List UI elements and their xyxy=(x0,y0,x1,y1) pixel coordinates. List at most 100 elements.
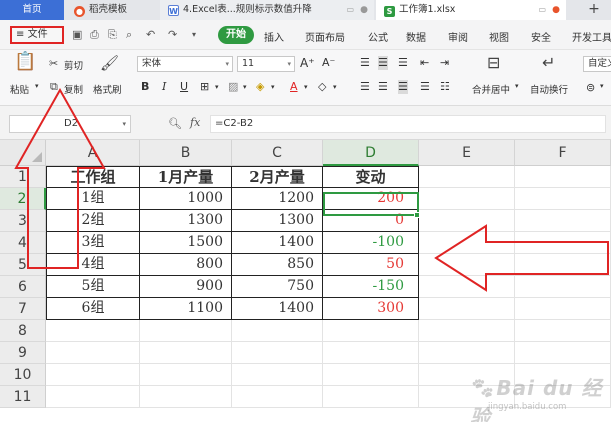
cell-b6[interactable]: 900 xyxy=(140,276,232,298)
tab-monitor-icon[interactable]: ▭ xyxy=(538,0,546,20)
cell-b2[interactable]: 1000 xyxy=(140,188,232,210)
align-center-icon[interactable]: ☰ xyxy=(378,80,388,94)
cell-c2[interactable]: 1200 xyxy=(232,188,323,210)
fill-color-dropdown-icon[interactable]: ▾ xyxy=(271,80,275,94)
font-size-select[interactable]: 11 ▾ xyxy=(237,56,295,72)
row-header-3[interactable]: 3 xyxy=(0,210,46,232)
scissors-icon[interactable]: ✂ xyxy=(49,57,58,71)
menu-formulas[interactable]: 公式 xyxy=(368,29,388,44)
cell-a7[interactable]: 6组 xyxy=(46,298,140,320)
cell-f8[interactable] xyxy=(515,320,611,342)
select-all-corner[interactable] xyxy=(0,140,46,166)
currency-dropdown-icon[interactable]: ▾ xyxy=(600,82,604,90)
cell-d4[interactable]: -100 xyxy=(323,232,419,254)
pattern-dropdown-icon[interactable]: ▾ xyxy=(243,80,247,94)
cell-c6[interactable]: 750 xyxy=(232,276,323,298)
column-header-f[interactable]: F xyxy=(515,140,611,166)
cell-d3[interactable]: 0 xyxy=(323,210,419,232)
clear-format-icon[interactable]: ◇ xyxy=(318,80,326,94)
copy-icon[interactable]: ⧉ xyxy=(50,80,58,94)
cell-c3[interactable]: 1300 xyxy=(232,210,323,232)
column-header-c[interactable]: C xyxy=(232,140,323,166)
cell-a2[interactable]: 1组 xyxy=(46,188,140,210)
cell-a5[interactable]: 4组 xyxy=(46,254,140,276)
fill-pattern-icon[interactable]: ▨ xyxy=(228,80,238,94)
cell-b1[interactable]: 1月产量 xyxy=(140,166,232,188)
wrap-text-label[interactable]: 自动换行 xyxy=(530,82,568,96)
row-header-5[interactable]: 5 xyxy=(0,254,46,276)
quick-access-dropdown-icon[interactable]: ▾ xyxy=(192,30,196,39)
cell-c9[interactable] xyxy=(232,342,323,364)
cell-d5[interactable]: 50 xyxy=(323,254,419,276)
zoom-icon[interactable]: 🔍︎ xyxy=(168,117,182,130)
row-header-8[interactable]: 8 xyxy=(0,320,46,342)
cell-a8[interactable] xyxy=(46,320,140,342)
increase-font-icon[interactable]: A⁺ xyxy=(300,56,315,70)
cell-a9[interactable] xyxy=(46,342,140,364)
cell-e5[interactable] xyxy=(419,254,515,276)
save-icon[interactable]: ▣ xyxy=(72,28,82,41)
wrap-text-icon[interactable]: ↵ xyxy=(542,55,555,71)
number-format-select[interactable]: 自定义 xyxy=(583,56,611,72)
fx-icon[interactable]: fx xyxy=(190,116,200,129)
merge-dropdown-icon[interactable]: ▾ xyxy=(515,82,519,90)
paste-icon[interactable]: 📋 xyxy=(14,53,36,71)
cell-a4[interactable]: 3组 xyxy=(46,232,140,254)
menu-insert[interactable]: 插入 xyxy=(264,29,284,44)
cell-b10[interactable] xyxy=(140,364,232,386)
menu-view[interactable]: 视图 xyxy=(489,29,509,44)
cell-b7[interactable]: 1100 xyxy=(140,298,232,320)
fill-color-icon[interactable]: ◈ xyxy=(256,80,264,94)
tab-home[interactable]: 首页 xyxy=(0,0,64,20)
cell-f7[interactable] xyxy=(515,298,611,320)
cell-f2[interactable] xyxy=(515,188,611,210)
align-left-icon[interactable]: ☰ xyxy=(360,80,370,94)
cell-b4[interactable]: 1500 xyxy=(140,232,232,254)
underline-icon[interactable]: U xyxy=(180,80,188,94)
cell-c11[interactable] xyxy=(232,386,323,408)
cell-f9[interactable] xyxy=(515,342,611,364)
row-header-11[interactable]: 11 xyxy=(0,386,46,408)
clear-dropdown-icon[interactable]: ▾ xyxy=(333,80,337,94)
cell-e8[interactable] xyxy=(419,320,515,342)
fill-handle[interactable] xyxy=(414,212,420,218)
cell-b5[interactable]: 800 xyxy=(140,254,232,276)
borders-icon[interactable]: ⊞ xyxy=(200,80,209,94)
cell-e3[interactable] xyxy=(419,210,515,232)
italic-icon[interactable]: I xyxy=(162,80,166,94)
row-header-10[interactable]: 10 xyxy=(0,364,46,386)
cell-a6[interactable]: 5组 xyxy=(46,276,140,298)
cell-a1[interactable]: 工作组 xyxy=(46,166,140,188)
menu-review[interactable]: 审阅 xyxy=(448,29,468,44)
format-painter-icon[interactable]: 🖌 xyxy=(100,56,119,71)
cell-d6[interactable]: -150 xyxy=(323,276,419,298)
font-name-select[interactable]: 宋体 ▾ xyxy=(137,56,233,72)
tab-start[interactable]: 开始 xyxy=(218,26,254,44)
file-menu-button[interactable]: ≡ 文件 xyxy=(10,26,64,44)
cell-e10[interactable] xyxy=(419,364,515,386)
row-header-7[interactable]: 7 xyxy=(0,298,46,320)
cell-d10[interactable] xyxy=(323,364,419,386)
cell-e11[interactable] xyxy=(419,386,515,408)
cell-c10[interactable] xyxy=(232,364,323,386)
cell-a3[interactable]: 2组 xyxy=(46,210,140,232)
cell-f11[interactable] xyxy=(515,386,611,408)
justify-icon[interactable]: ☰ xyxy=(420,80,430,94)
column-header-d[interactable]: D xyxy=(323,140,419,166)
cell-c5[interactable]: 850 xyxy=(232,254,323,276)
tab-monitor-icon[interactable]: ▭ xyxy=(346,0,354,20)
cell-f1[interactable] xyxy=(515,166,611,188)
row-header-4[interactable]: 4 xyxy=(0,232,46,254)
borders-dropdown-icon[interactable]: ▾ xyxy=(215,80,219,94)
cell-d1[interactable]: 变动 xyxy=(323,166,419,188)
cell-c4[interactable]: 1400 xyxy=(232,232,323,254)
cell-b11[interactable] xyxy=(140,386,232,408)
cell-b3[interactable]: 1300 xyxy=(140,210,232,232)
copy-label[interactable]: 复制 xyxy=(64,82,83,96)
formula-input[interactable]: =C2-B2 xyxy=(210,115,606,133)
cell-d2[interactable]: 200 xyxy=(323,188,419,210)
menu-data[interactable]: 数据 xyxy=(406,29,426,44)
merge-center-label[interactable]: 合并居中 xyxy=(472,82,510,96)
cell-c1[interactable]: 2月产量 xyxy=(232,166,323,188)
cell-e1[interactable] xyxy=(419,166,515,188)
